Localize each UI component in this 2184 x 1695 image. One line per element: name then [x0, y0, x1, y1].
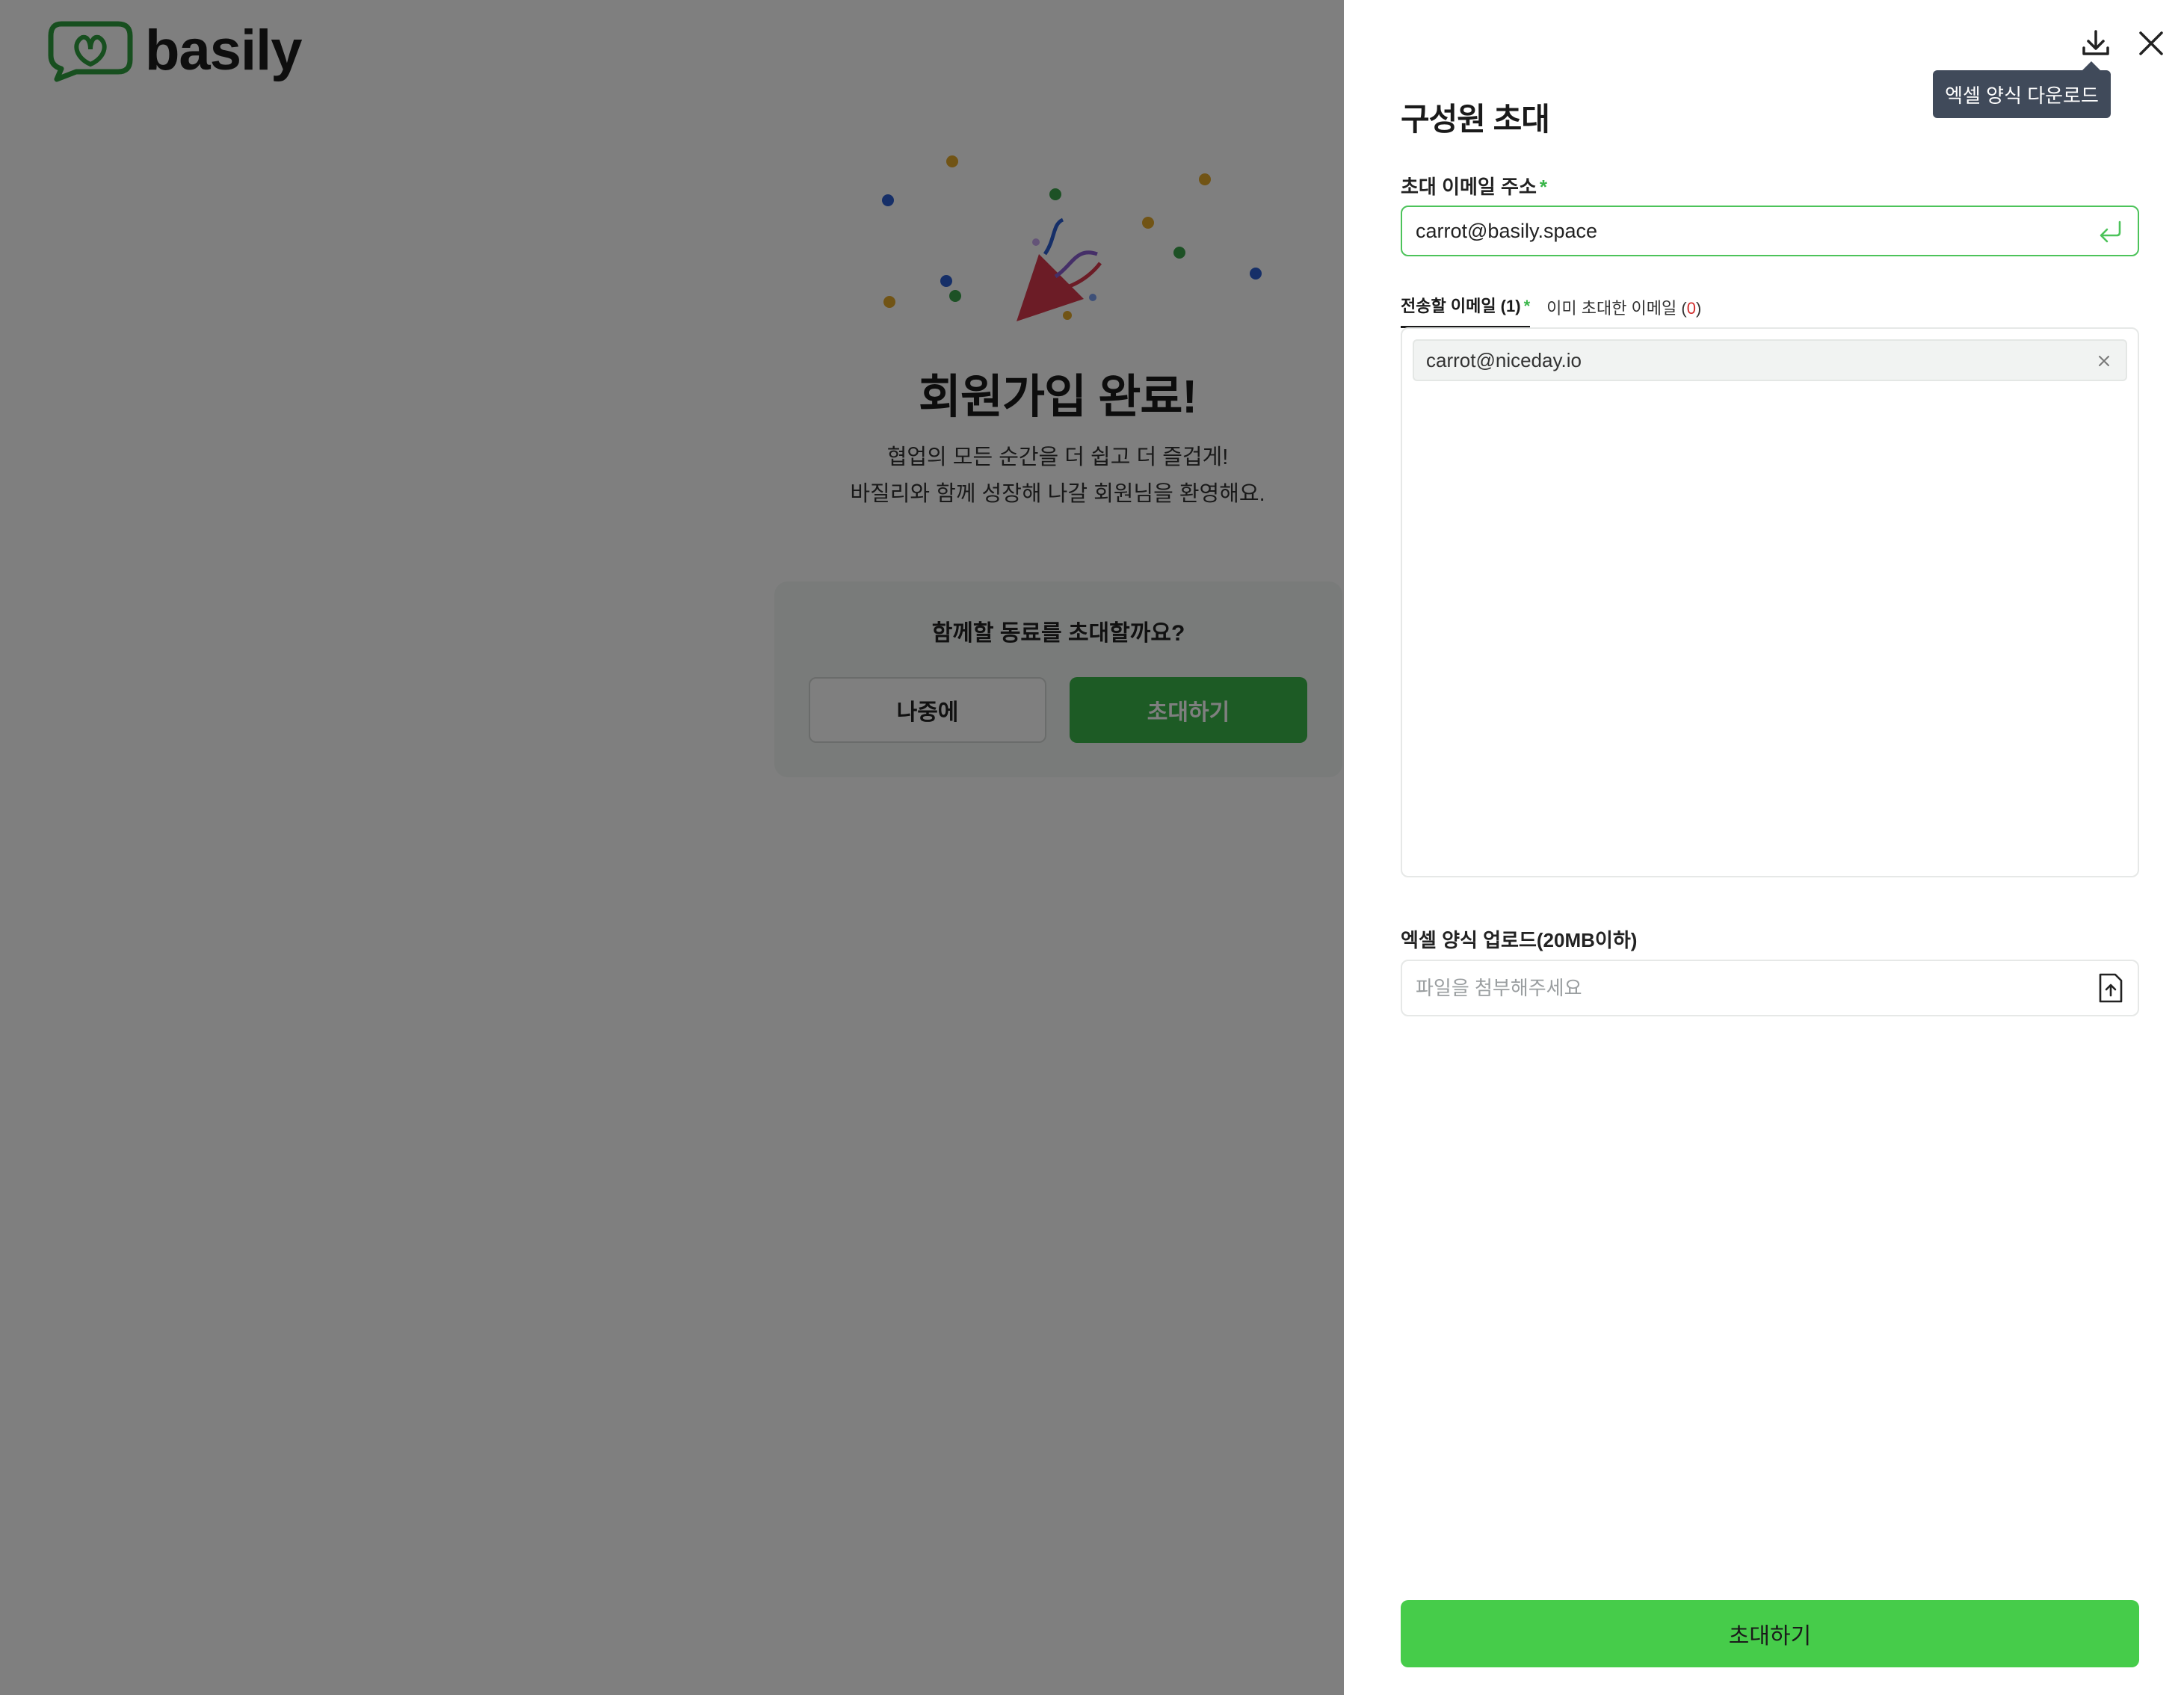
- close-button[interactable]: [2130, 22, 2172, 64]
- required-mark: *: [1539, 176, 1548, 198]
- email-tabs: 전송할 이메일 (1) * 이미 초대한 이메일 (0): [1401, 293, 1701, 328]
- tab-emails-to-send[interactable]: 전송할 이메일 (1) *: [1401, 293, 1531, 328]
- download-icon: [2082, 30, 2109, 55]
- email-label-text: 초대 이메일 주소: [1401, 176, 1537, 198]
- email-chip: carrot@niceday.io: [1413, 339, 2127, 381]
- modal-backdrop[interactable]: [0, 0, 1344, 1695]
- email-list: carrot@niceday.io: [1401, 327, 2139, 877]
- tab-already-invited[interactable]: 이미 초대한 이메일 (0): [1546, 295, 1701, 328]
- required-mark: *: [1523, 297, 1531, 315]
- file-upload-field[interactable]: 파일을 첨부해주세요: [1401, 960, 2139, 1016]
- file-upload-icon[interactable]: [2096, 972, 2126, 1004]
- upload-field-label: 엑셀 양식 업로드(20MB이하): [1401, 929, 1638, 951]
- upload-placeholder: 파일을 첨부해주세요: [1416, 977, 1582, 999]
- tab-emails-to-send-label: 전송할 이메일 (1): [1401, 297, 1521, 315]
- download-tooltip: 엑셀 양식 다운로드: [1933, 61, 2111, 118]
- tab-already-invited-suffix: ): [1695, 299, 1702, 318]
- email-input[interactable]: [1416, 207, 2088, 255]
- invite-members-drawer: 엑셀 양식 다운로드 구성원 초대 초대 이메일 주소* 전송할 이메일 (1)…: [1344, 0, 2184, 1695]
- download-template-button[interactable]: [2075, 22, 2117, 64]
- send-invite-button[interactable]: 초대하기: [1401, 1600, 2139, 1667]
- email-input-container[interactable]: [1401, 206, 2139, 256]
- close-icon: [2139, 31, 2163, 55]
- x-icon[interactable]: [2094, 351, 2114, 371]
- email-field-label: 초대 이메일 주소 *: [1401, 172, 1547, 200]
- drawer-title: 구성원 초대: [1401, 102, 1550, 137]
- tab-already-invited-label: 이미 초대한 이메일 (: [1546, 299, 1687, 318]
- email-chip-address: carrot@niceday.io: [1426, 348, 1582, 371]
- already-invited-count: 0: [1686, 299, 1696, 318]
- enter-icon[interactable]: [2097, 219, 2123, 243]
